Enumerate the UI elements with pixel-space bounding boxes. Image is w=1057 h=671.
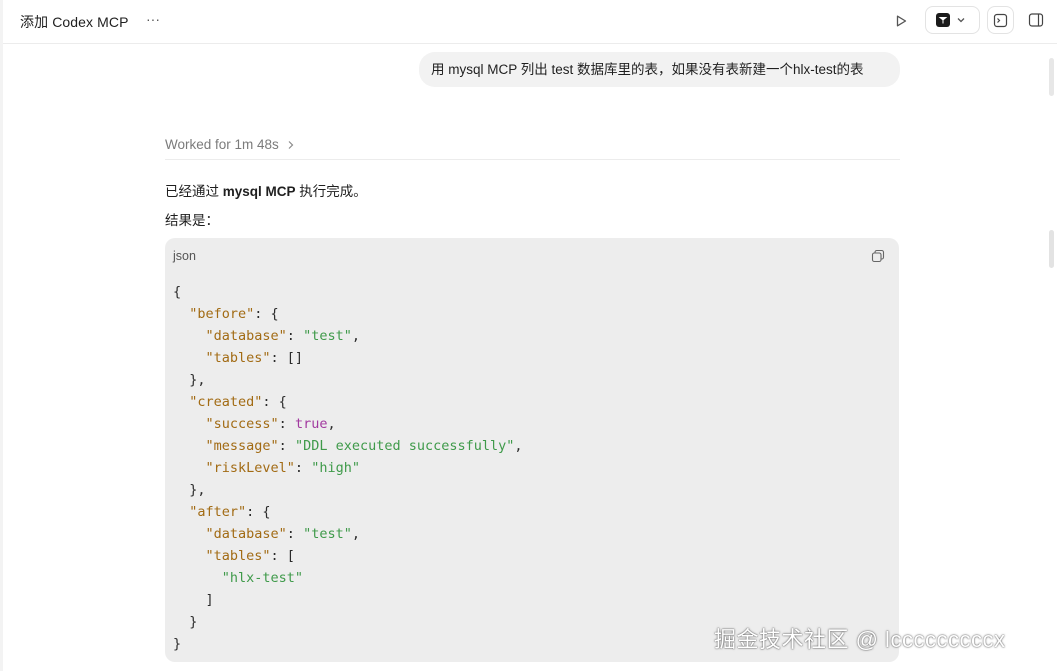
code-line: "database": "test",: [173, 325, 523, 347]
code-token: : {: [254, 306, 279, 322]
code-token: "hlx-test": [221, 570, 304, 586]
code-token: : [: [270, 548, 295, 564]
code-token: },: [173, 482, 206, 498]
chevron-right-icon: [288, 140, 294, 149]
code-token: :: [286, 328, 304, 344]
sidebar-toggle-icon: [1028, 13, 1044, 27]
code-token: :: [294, 460, 312, 476]
code-token: "tables": [205, 350, 271, 366]
result-label: 结果是：: [165, 213, 219, 228]
worked-for-toggle[interactable]: Worked for 1m 48s: [165, 137, 295, 152]
code-line: }: [173, 633, 523, 655]
watermark: 掘金技术社区 @ lcccccccccx: [714, 627, 1006, 652]
code-content: { "before": { "database": "test", "table…: [173, 281, 523, 655]
code-token: "test": [303, 328, 352, 344]
code-token: {: [173, 284, 182, 300]
scrollbar-thumb[interactable]: [1049, 230, 1054, 268]
top-bar: 添加 Codex MCP ···: [3, 0, 1057, 44]
code-line: "success": true,: [173, 413, 523, 435]
code-token: "test": [303, 526, 352, 542]
code-token: : {: [246, 504, 271, 520]
code-line: "tables": [: [173, 545, 523, 567]
user-message: 用 mysql MCP 列出 test 数据库里的表，如果没有表新建一个hlx-…: [419, 52, 900, 87]
code-token: "riskLevel": [205, 460, 295, 476]
code-line: {: [173, 281, 523, 303]
code-line: "hlx-test": [173, 567, 523, 589]
code-token: : {: [262, 394, 287, 410]
answer-bold: mysql MCP: [222, 184, 296, 199]
answer-prefix: 已经通过: [165, 184, 223, 199]
code-token: ]: [173, 592, 214, 608]
code-token: ,: [514, 438, 523, 454]
code-token: }: [173, 636, 182, 652]
copy-icon: [871, 249, 885, 263]
run-button[interactable]: [891, 11, 911, 31]
code-line: "database": "test",: [173, 523, 523, 545]
play-icon: [896, 15, 907, 27]
code-block: json { "before": { "database": "test", "…: [165, 238, 899, 662]
code-token: "high": [311, 460, 360, 476]
ellipsis-icon: ···: [146, 11, 160, 27]
left-edge: [0, 0, 3, 671]
scrollbar-track-indicator[interactable]: [1049, 58, 1054, 96]
code-token: },: [173, 372, 206, 388]
code-line: "before": {: [173, 303, 523, 325]
code-token: "after": [189, 504, 247, 520]
code-token: "DDL executed successfully": [294, 438, 515, 454]
code-line: }: [173, 611, 523, 633]
more-options-button[interactable]: ···: [144, 10, 162, 30]
copy-code-button[interactable]: [870, 248, 886, 264]
code-token: :: [286, 526, 304, 542]
toggle-panel-button[interactable]: [1025, 9, 1047, 31]
chevron-down-icon: [957, 18, 965, 23]
code-token: :: [278, 416, 295, 432]
code-token: ,: [327, 416, 336, 432]
divider: [165, 159, 900, 160]
app-window: 添加 Codex MCP ··· 用 mysql MCP 列出 test 数据库…: [0, 0, 1057, 671]
thread-title: 添加 Codex MCP: [20, 14, 129, 30]
code-line: "message": "DDL executed successfully",: [173, 435, 523, 457]
code-token: }: [173, 614, 198, 630]
code-line: },: [173, 479, 523, 501]
code-token: "before": [189, 306, 255, 322]
code-token: :: [278, 438, 295, 454]
assistant-answer: 已经通过 mysql MCP 执行完成。: [165, 180, 367, 200]
code-token: true: [294, 416, 328, 432]
worked-for-label: Worked for 1m 48s: [165, 137, 279, 152]
answer-suffix: 执行完成。: [295, 184, 367, 199]
code-token: "tables": [205, 548, 271, 564]
code-token: ,: [351, 526, 360, 542]
code-token: "created": [189, 394, 263, 410]
code-line: "created": {: [173, 391, 523, 413]
terminal-icon: [993, 13, 1008, 27]
code-language-label: json: [173, 249, 196, 263]
code-token: "message": [205, 438, 279, 454]
code-line: "after": {: [173, 501, 523, 523]
code-line: "riskLevel": "high": [173, 457, 523, 479]
code-token: : []: [270, 350, 304, 366]
model-logo-icon: [936, 13, 950, 27]
terminal-button[interactable]: [987, 6, 1014, 34]
code-line: "tables": []: [173, 347, 523, 369]
code-token: "database": [205, 526, 287, 542]
model-selector-button[interactable]: [925, 6, 980, 34]
code-token: ,: [351, 328, 360, 344]
code-token: "success": [205, 416, 279, 432]
code-line: },: [173, 369, 523, 391]
code-token: "database": [205, 328, 287, 344]
code-line: ]: [173, 589, 523, 611]
